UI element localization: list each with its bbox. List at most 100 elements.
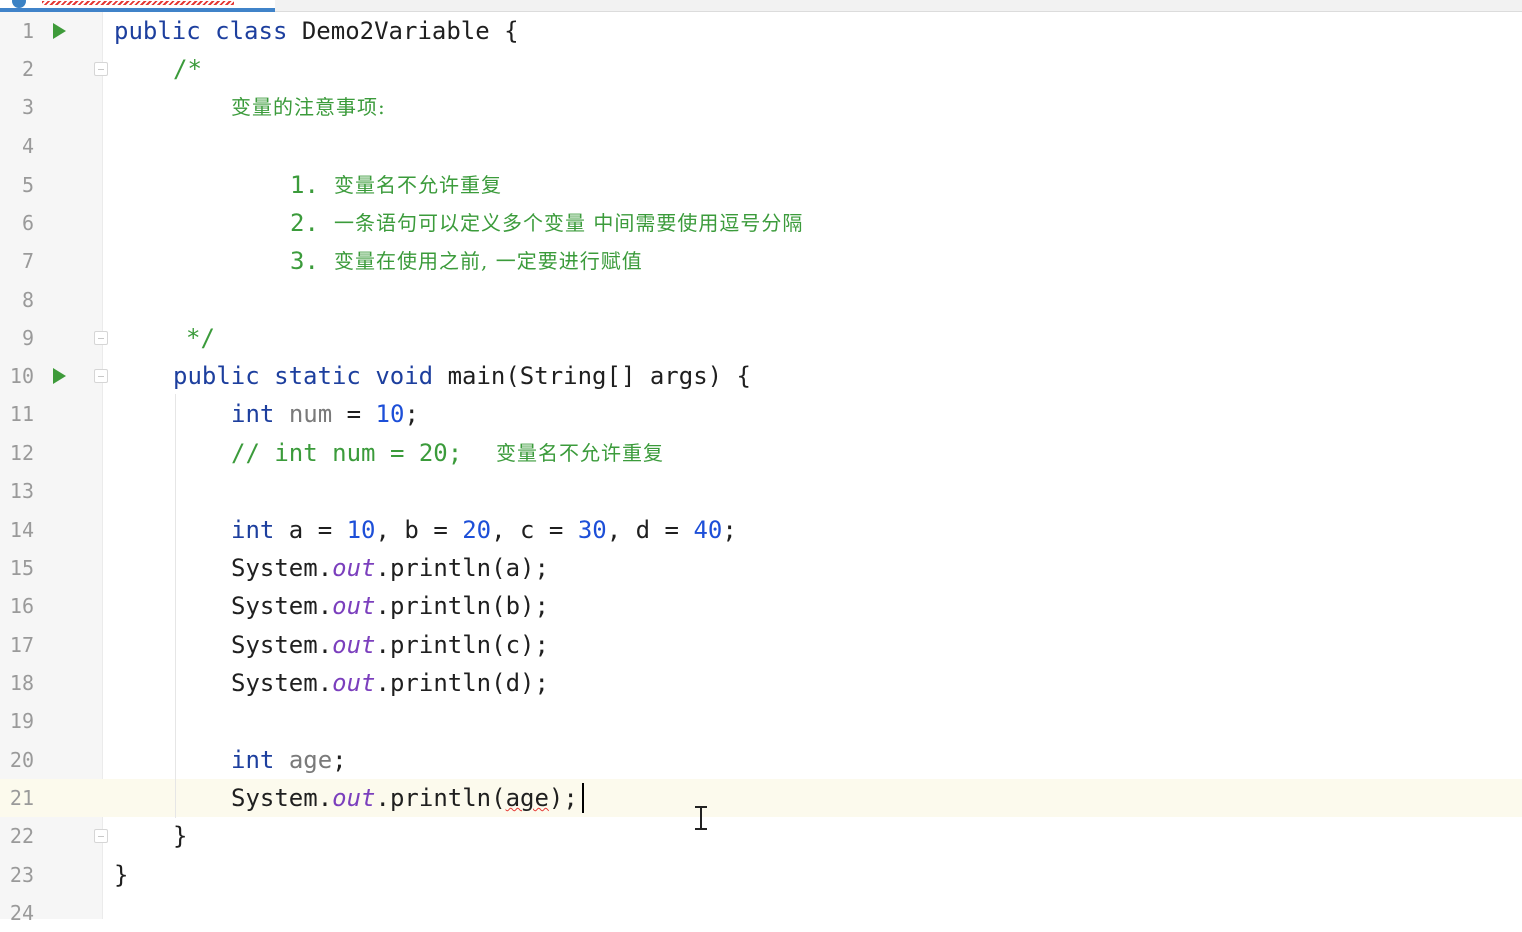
line-number: 22: [9, 824, 34, 848]
statement: System.out.println(b);: [231, 587, 549, 625]
code-text: .println(: [375, 554, 506, 582]
gutter-cell: 11: [0, 395, 102, 433]
code-line[interactable]: 22 }: [0, 817, 1522, 855]
static-field: out: [332, 554, 376, 582]
line-number: 15: [9, 556, 34, 580]
fold-icon[interactable]: [94, 331, 108, 345]
keyword: class: [215, 17, 288, 45]
gutter-cell: 22: [0, 817, 108, 855]
line-number: 9: [21, 326, 34, 350]
gutter-cell: 19: [0, 702, 102, 740]
code-text: , b =: [375, 516, 463, 544]
code-line[interactable]: 4: [0, 127, 1522, 165]
code-text: System.: [231, 669, 333, 697]
code-line[interactable]: 11 int num = 10;: [0, 395, 1522, 433]
line-number: 1: [21, 19, 34, 43]
code-line-current[interactable]: 21 System.out.println(age);: [0, 779, 1522, 817]
closing-brace: }: [173, 822, 188, 850]
gutter-cell: 18: [0, 664, 102, 702]
gutter-cell: 16: [0, 587, 102, 625]
main-method-declaration: public static void main(String[] args) {: [173, 357, 751, 395]
gutter-cell: 4: [0, 127, 102, 165]
code-text: .println(: [375, 669, 506, 697]
closing-brace: }: [114, 861, 129, 889]
gutter-cell: 6: [0, 204, 102, 242]
code-text: , d =: [606, 516, 694, 544]
number-literal: 40: [693, 516, 723, 544]
line-comment-note: 变量名不允许重复: [496, 441, 664, 465]
active-file-tab[interactable]: [0, 0, 275, 12]
code-line[interactable]: 6 2. 一条语句可以定义多个变量 中间需要使用逗号分隔: [0, 204, 1522, 242]
line-number: 10: [9, 364, 34, 388]
statement: System.out.println(age);: [231, 779, 578, 817]
code-line[interactable]: 24: [0, 894, 1522, 932]
gutter-cell: 3: [0, 88, 102, 126]
brace: {: [504, 17, 519, 45]
line-number: 21: [9, 786, 34, 810]
variable-name: age: [288, 746, 333, 774]
fold-icon[interactable]: [94, 829, 108, 843]
code-line[interactable]: 20 int age;: [0, 741, 1522, 779]
java-class-icon: [12, 0, 26, 8]
class-name: Demo2Variable: [301, 17, 490, 45]
semicolon: ;: [722, 516, 737, 544]
error-argument: age: [505, 784, 549, 812]
rule-text: 变量在使用之前, 一定要进行赋值: [334, 249, 643, 273]
fold-icon[interactable]: [94, 369, 108, 383]
run-icon[interactable]: [53, 368, 66, 384]
code-line[interactable]: 14 int a = 10, b = 20, c = 30, d = 40;: [0, 511, 1522, 549]
code-text: b);: [505, 592, 549, 620]
class-declaration: public class Demo2Variable {: [114, 12, 519, 50]
code-text: .println(: [375, 592, 506, 620]
code-text: );: [548, 784, 578, 812]
code-line[interactable]: 3 变量的注意事项:: [0, 88, 1522, 126]
rule-text: 一条语句可以定义多个变量 中间需要使用逗号分隔: [334, 211, 804, 235]
code-text: System.: [231, 554, 333, 582]
code-line[interactable]: 7 3. 变量在使用之前, 一定要进行赋值: [0, 242, 1522, 280]
code-line[interactable]: 13: [0, 472, 1522, 510]
statement: int num = 10;: [231, 395, 419, 433]
keyword: int: [231, 516, 275, 544]
code-line[interactable]: 17 System.out.println(c);: [0, 626, 1522, 664]
code-line[interactable]: 12 // int num = 20; 变量名不允许重复: [0, 434, 1522, 472]
code-text: c);: [505, 631, 549, 659]
code-line[interactable]: 2 /*: [0, 50, 1522, 88]
code-text: d);: [505, 669, 549, 697]
statement: System.out.println(d);: [231, 664, 549, 702]
code-line[interactable]: 18 System.out.println(d);: [0, 664, 1522, 702]
code-line[interactable]: 23 }: [0, 856, 1522, 894]
line-number: 16: [9, 594, 34, 618]
text-caret: [582, 783, 584, 813]
code-line[interactable]: 16 System.out.println(b);: [0, 587, 1522, 625]
run-icon[interactable]: [53, 23, 66, 39]
code-text: System.: [231, 592, 333, 620]
rule-number: 3.: [290, 247, 319, 275]
code-line[interactable]: 9 */: [0, 319, 1522, 357]
code-line[interactable]: 5 1. 变量名不允许重复: [0, 166, 1522, 204]
code-text: System.: [231, 631, 333, 659]
gutter-cell: 13: [0, 472, 102, 510]
code-line[interactable]: 19: [0, 702, 1522, 740]
semicolon: ;: [404, 400, 419, 428]
static-field: out: [332, 784, 376, 812]
code-line[interactable]: 10 public static void main(String[] args…: [0, 357, 1522, 395]
line-number: 2: [21, 57, 34, 81]
gutter-cell: 12: [0, 434, 102, 472]
fold-icon[interactable]: [94, 62, 108, 76]
comment-open: /*: [173, 55, 202, 83]
keyword: int: [231, 400, 275, 428]
line-comment: // int num = 20;: [231, 439, 463, 467]
gutter-cell: 10: [0, 357, 108, 395]
line-number: 24: [9, 901, 34, 925]
code-line[interactable]: 8: [0, 281, 1522, 319]
line-number: 3: [21, 95, 34, 119]
static-field: out: [332, 631, 376, 659]
line-number: 6: [21, 211, 34, 235]
gutter-cell: 15: [0, 549, 102, 587]
code-text: , c =: [491, 516, 578, 544]
comment-close: */: [186, 324, 215, 352]
code-line[interactable]: 1 public class Demo2Variable {: [0, 12, 1522, 50]
editor-tab-strip: [0, 0, 1522, 12]
static-field: out: [332, 592, 376, 620]
code-line[interactable]: 15 System.out.println(a);: [0, 549, 1522, 587]
